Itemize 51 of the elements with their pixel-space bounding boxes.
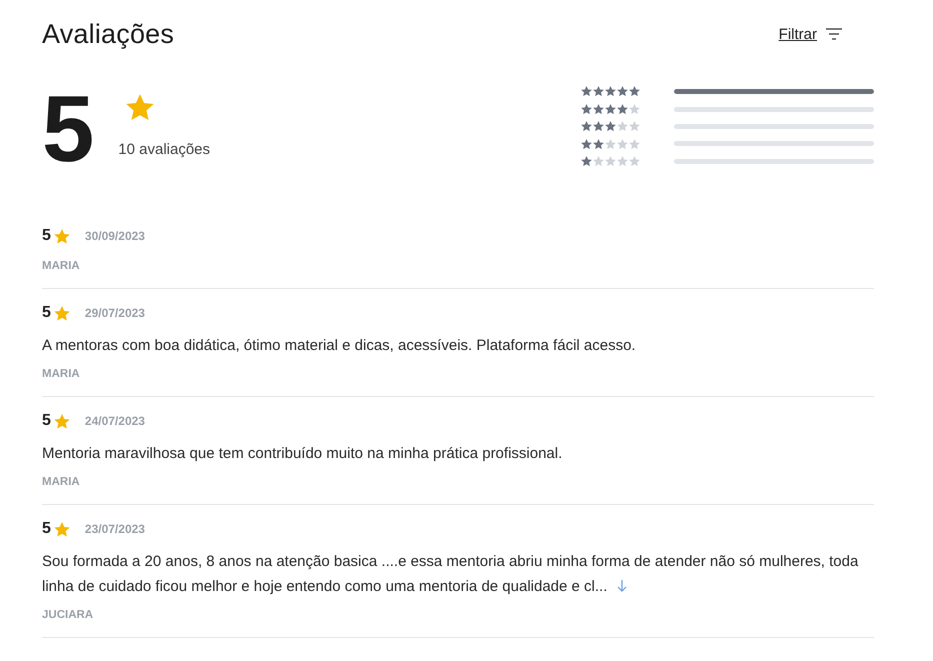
star-icon [629, 104, 640, 114]
review-date: 30/09/2023 [84, 229, 145, 243]
review-rating: 5 [42, 412, 51, 430]
review-date: 23/07/2023 [84, 522, 145, 536]
star-icon [593, 121, 604, 132]
star-icon [605, 86, 616, 97]
star-icon [629, 156, 640, 166]
star-icon [593, 104, 604, 114]
star-icon [54, 228, 70, 244]
star-icon [54, 414, 70, 428]
filter-icon [826, 28, 842, 40]
star-icon [581, 121, 592, 132]
star-icon [593, 156, 604, 166]
review-rating: 5 [42, 227, 51, 245]
review-rating: 5 [42, 520, 51, 538]
star-icon [617, 138, 628, 150]
star-icon [617, 121, 628, 132]
star-icon [605, 138, 616, 150]
star-icon [605, 104, 616, 114]
star-icon [605, 156, 616, 166]
star-icon [617, 156, 628, 166]
star-icon [593, 86, 604, 97]
review-text: Sou formada a 20 anos, 8 anos na atenção basica ....e essa mentoria abriu minha forma de atender não só mulheres, toda linha de cuidado ficou melhor e hoje entendo como uma mentoria de qualidade e cl... [42, 552, 860, 597]
review-count: 10 avaliações [118, 141, 210, 158]
star-icon [581, 138, 592, 150]
star-icon [581, 104, 592, 114]
average-score: 5 [42, 84, 92, 174]
star-icon [629, 121, 640, 132]
review-author: MARIA [42, 368, 81, 380]
star-icon [126, 94, 154, 121]
review-date: 29/07/2023 [84, 306, 145, 320]
review-rating: 5 [42, 304, 51, 322]
star-icon [629, 138, 640, 150]
page-title: Avaliações [42, 18, 174, 50]
star-icon [617, 86, 628, 97]
star-icon [629, 86, 640, 97]
review-author: MARIA [42, 476, 81, 488]
star-icon [593, 138, 604, 150]
star-icon [605, 121, 616, 132]
star-icon [54, 522, 70, 536]
star-icon [54, 306, 70, 320]
review-author: JUCIARA [42, 609, 94, 621]
star-icon [617, 104, 628, 114]
review-date: 24/07/2023 [84, 414, 145, 428]
star-icon [581, 156, 592, 166]
review-author: MARIA [42, 260, 81, 272]
filter-link[interactable]: Filtrar [778, 26, 842, 42]
arrow-down-icon[interactable] [617, 580, 628, 592]
review-text: A mentoras com boa didática, ótimo material e dicas, acessíveis. Plataforma fácil acesso. [42, 336, 637, 356]
star-icon [581, 86, 592, 97]
review-text: Mentoria maravilhosa que tem contribuído muito na minha prática profissional. [42, 444, 564, 464]
